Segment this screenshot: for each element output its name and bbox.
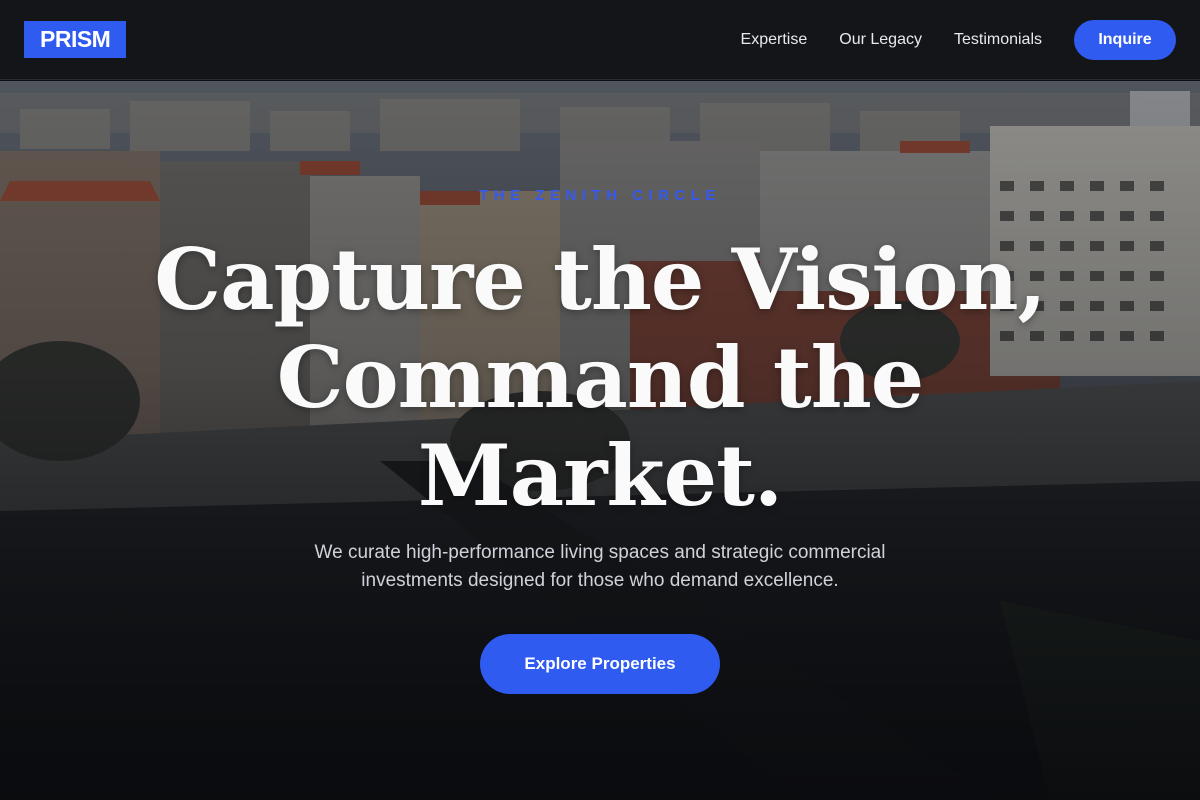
subtext-line-2: investments designed for those who deman…	[361, 570, 839, 591]
headline-line-2: Command the	[276, 328, 924, 427]
nav-link-testimonials[interactable]: Testimonials	[954, 31, 1042, 49]
nav-link-our-legacy[interactable]: Our Legacy	[839, 31, 922, 49]
site-header: PRISM Expertise Our Legacy Testimonials …	[0, 0, 1200, 80]
hero-content: THE ZENITH CIRCLE Capture the Vision, Co…	[0, 81, 1200, 800]
headline-line-3: Market.	[417, 426, 783, 525]
headline-line-1: Capture the Vision,	[154, 230, 1047, 329]
inquire-button[interactable]: Inquire	[1074, 19, 1176, 60]
nav-link-expertise[interactable]: Expertise	[741, 31, 808, 49]
hero-eyebrow: THE ZENITH CIRCLE	[479, 187, 721, 204]
subtext-line-1: We curate high-performance living spaces…	[314, 542, 886, 563]
hero-section: THE ZENITH CIRCLE Capture the Vision, Co…	[0, 81, 1200, 800]
brand-logo[interactable]: PRISM	[24, 21, 127, 58]
hero-headline: Capture the Vision, Command the Market.	[100, 231, 1100, 525]
hero-subtext: We curate high-performance living spaces…	[250, 539, 950, 595]
explore-properties-button[interactable]: Explore Properties	[480, 634, 720, 694]
main-nav: Expertise Our Legacy Testimonials Inquir…	[741, 19, 1176, 60]
